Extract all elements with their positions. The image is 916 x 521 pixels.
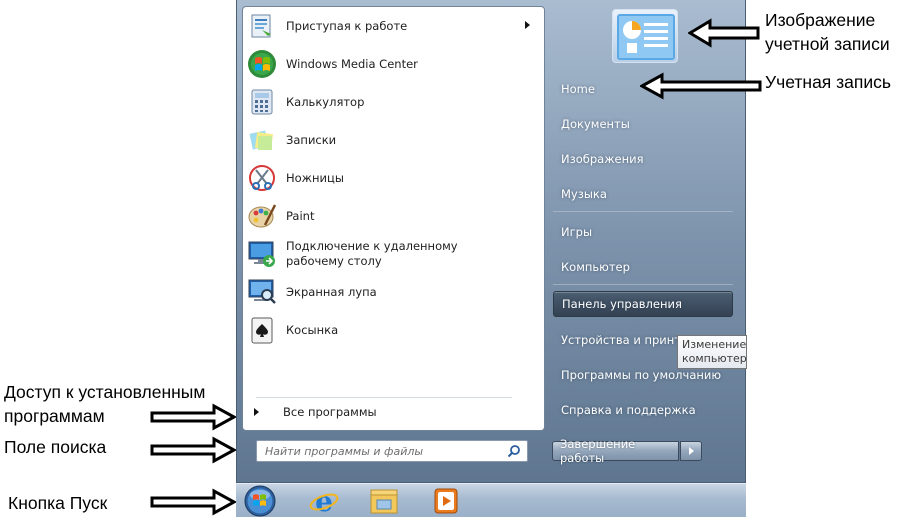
menu-item-label: Компьютер — [561, 260, 630, 274]
tooltip: Изменение компьютер — [677, 335, 747, 369]
taskbar-windows-explorer[interactable] — [368, 486, 400, 516]
taskbar-media-player[interactable] — [430, 486, 462, 516]
program-item-solitaire[interactable]: Косынка — [246, 312, 536, 348]
getting-started-icon — [246, 10, 278, 42]
tooltip-line: Изменение — [682, 338, 747, 351]
program-label: Windows Media Center — [286, 56, 418, 71]
all-programs-label: Все программы — [283, 405, 377, 419]
arrow-right-icon — [254, 408, 259, 416]
annotation-line: учетной записи — [765, 34, 890, 54]
program-label: Калькулятор — [286, 94, 365, 109]
menu-item-label: Справка и поддержка — [561, 403, 696, 417]
svg-text:e: e — [315, 486, 333, 516]
submenu-arrow-icon[interactable] — [525, 21, 530, 29]
start-orb-icon — [244, 485, 276, 517]
menu-item-help-support[interactable]: Справка и поддержка — [553, 397, 733, 423]
menu-item-label: Изображения — [561, 152, 644, 166]
magnifier-icon — [246, 276, 278, 308]
scissors-icon — [246, 162, 278, 194]
program-label: Экранная лупа — [286, 284, 377, 299]
program-item-magnifier[interactable]: Экранная лупа — [246, 274, 536, 310]
annotation-account-picture: Изображение учетной записи — [765, 8, 890, 56]
annotation-arrow-right-icon — [150, 436, 236, 464]
program-item-sticky-notes[interactable]: Записки — [246, 122, 536, 158]
program-label: Ножницы — [286, 170, 344, 185]
separator — [256, 397, 512, 398]
annotation-search: Поле поиска — [4, 437, 107, 457]
annotation-line: Доступ к установленным — [4, 382, 206, 402]
separator — [553, 284, 733, 285]
solitaire-icon — [246, 314, 278, 346]
search-icon[interactable] — [507, 444, 521, 458]
annotation-arrow-left-icon — [640, 72, 762, 100]
menu-item-label: Игры — [561, 225, 593, 239]
search-box[interactable] — [256, 440, 528, 462]
menu-item-documents[interactable]: Документы — [553, 111, 733, 137]
annotation-arrow-right-icon — [150, 488, 236, 516]
shutdown-options-button[interactable] — [680, 441, 702, 461]
menu-item-label: Программы по умолчанию — [561, 368, 722, 382]
program-label: Косынка — [286, 322, 339, 337]
program-item-getting-started[interactable]: Приступая к работе — [246, 8, 536, 44]
program-label: Подключение к удаленному рабочему столу — [286, 239, 458, 268]
annotation-start-button: Кнопка Пуск — [8, 493, 108, 513]
menu-item-label: Музыка — [561, 187, 607, 201]
shutdown-button[interactable]: Завершение работы — [552, 437, 679, 465]
program-item-calculator[interactable]: Калькулятор — [246, 84, 536, 120]
program-label: Paint — [286, 208, 315, 223]
start-button[interactable] — [240, 485, 280, 517]
arrow-right-icon — [688, 447, 694, 455]
windows-explorer-icon — [370, 489, 398, 514]
program-item-snipping-tool[interactable]: Ножницы — [246, 160, 536, 196]
program-item-media-center[interactable]: Windows Media Center — [246, 46, 536, 82]
annotation-line: Изображение — [765, 10, 876, 30]
menu-item-label: Документы — [561, 117, 630, 131]
menu-item-label: Панель управления — [562, 297, 682, 311]
media-player-icon — [434, 488, 458, 514]
remote-desktop-icon — [246, 238, 278, 270]
all-programs-button[interactable]: Все программы — [254, 403, 377, 421]
program-item-paint[interactable]: Paint — [246, 198, 536, 234]
menu-item-control-panel[interactable]: Панель управления — [553, 291, 733, 317]
menu-item-games[interactable]: Игры — [553, 219, 733, 245]
account-picture-icon — [617, 14, 675, 60]
paint-palette-icon — [246, 200, 278, 232]
separator — [553, 211, 733, 212]
taskbar-internet-explorer[interactable]: e — [308, 485, 340, 518]
user-account-picture[interactable] — [612, 9, 678, 63]
menu-item-computer[interactable]: Компьютер — [553, 254, 733, 280]
media-center-icon — [246, 48, 278, 80]
menu-item-label: Home — [561, 82, 595, 96]
program-label: Записки — [286, 132, 337, 147]
sticky-notes-icon — [246, 124, 278, 156]
program-item-remote-desktop[interactable]: Подключение к удаленному рабочему столу — [246, 236, 536, 272]
annotation-account: Учетная запись — [765, 72, 892, 92]
annotation-arrow-right-icon — [150, 403, 236, 431]
internet-explorer-icon: e — [309, 485, 339, 518]
menu-item-label: Устройства и принте — [561, 333, 689, 347]
search-input[interactable] — [263, 441, 507, 461]
menu-item-music[interactable]: Музыка — [553, 181, 733, 207]
shutdown-label: Завершение работы — [560, 437, 636, 465]
tooltip-line: компьютер — [682, 352, 747, 365]
program-label: Приступая к работе — [286, 18, 408, 33]
calculator-icon — [246, 86, 278, 118]
menu-item-pictures[interactable]: Изображения — [553, 146, 733, 172]
annotation-arrow-left-icon — [688, 18, 760, 48]
